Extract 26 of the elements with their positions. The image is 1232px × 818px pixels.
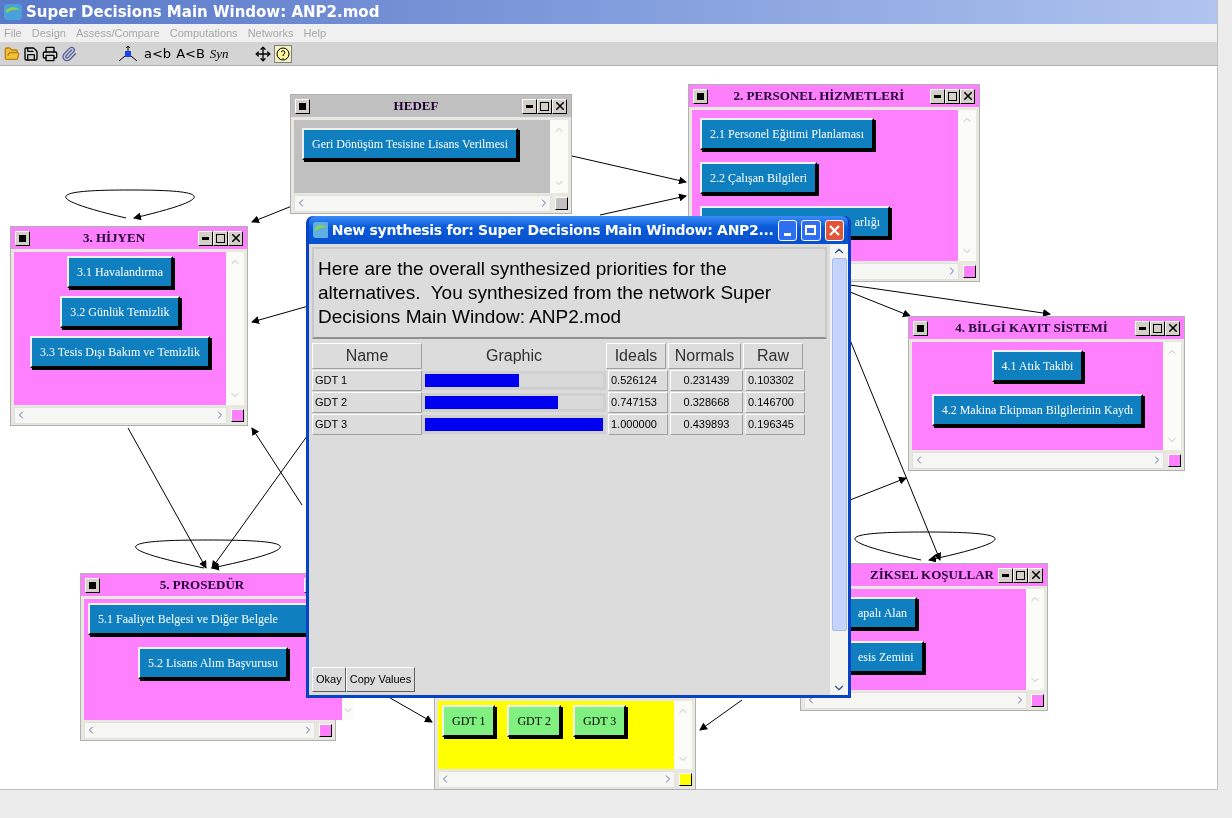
table-cell: 0.439893 <box>670 414 743 435</box>
table-cell: 0.146700 <box>745 392 805 413</box>
column-header: Ideals <box>606 343 666 369</box>
table-cell: 0.526124 <box>608 370 668 391</box>
table-cell: 0.103302 <box>745 370 805 391</box>
table-cell: 1.000000 <box>608 414 668 435</box>
table-cell: GDT 2 <box>312 392 422 413</box>
cluster-title: HEDEF <box>392 97 440 116</box>
column-header: Normals <box>668 343 741 369</box>
cluster-title: 4. BİLGİ KAYIT SİSTEMİ <box>954 319 1109 338</box>
column-header: Graphic <box>485 346 543 366</box>
column-header: Name <box>312 343 422 369</box>
table-cell: 0.196345 <box>745 414 805 435</box>
synthesis-message: Here are the overall synthesized priorities for the alternatives. You synthesized from the network Super Decisions Main Window: ANP2.mod <box>312 247 827 339</box>
table-cell: 0.231439 <box>670 370 743 391</box>
window-title: Super Decisions Main Window: ANP2.mod <box>26 1 380 23</box>
table-cell: GDT 3 <box>312 414 422 435</box>
table-cell: GDT 1 <box>312 370 422 391</box>
dialog-title: New synthesis for: Super Decisions Main Window: ANP2... <box>331 220 774 240</box>
table-cell: 0.747153 <box>608 392 668 413</box>
cluster-title: 2. PERSONEL HİZMETLERİ <box>732 87 906 106</box>
cluster-title: 3. HİJYEN <box>81 229 147 248</box>
cluster-title: ZİKSEL KOŞULLAR <box>869 566 994 585</box>
cluster-title: 5. PROSEDÜR <box>158 576 246 595</box>
column-header: Raw <box>743 343 803 369</box>
table-cell: 0.328668 <box>670 392 743 413</box>
